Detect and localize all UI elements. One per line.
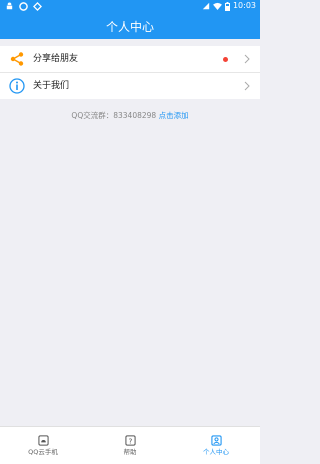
- tab-profile[interactable]: 个人中心: [173, 427, 259, 464]
- cloud-phone-icon: [37, 435, 49, 446]
- android-icon: [6, 2, 13, 10]
- menu-item-label: 分享给朋友: [33, 54, 79, 64]
- tab-cloud-phone[interactable]: QQ云手机: [0, 427, 86, 464]
- menu-item-about[interactable]: 关于我们: [0, 73, 260, 99]
- notification-badge: [223, 57, 228, 62]
- chevron-right-icon: [244, 81, 250, 91]
- status-bar: 10:03: [0, 0, 260, 13]
- page-title: 个人中心: [105, 19, 154, 34]
- status-time: 10:03: [232, 1, 256, 10]
- qq-group-info: QQ交流群：833408298 点击添加: [0, 111, 260, 121]
- settings-circle-icon: [19, 2, 28, 11]
- profile-icon: [210, 435, 222, 446]
- share-icon: [10, 52, 24, 66]
- tab-label: QQ云手机: [28, 448, 58, 456]
- tab-label: 帮助: [123, 448, 137, 456]
- menu-card: 分享给朋友 关于我们: [0, 46, 260, 99]
- chevron-right-icon: [244, 54, 250, 64]
- menu-item-share[interactable]: 分享给朋友: [0, 46, 260, 73]
- wifi-icon: [212, 2, 222, 10]
- svg-text:?: ?: [128, 436, 132, 445]
- bottom-tab-bar: QQ云手机 ? 帮助 个人中心: [0, 426, 260, 464]
- help-icon: ?: [124, 435, 136, 446]
- tab-help[interactable]: ? 帮助: [87, 427, 173, 464]
- info-icon: [9, 78, 25, 94]
- add-group-link[interactable]: 点击添加: [159, 111, 189, 120]
- battery-icon: [224, 1, 230, 11]
- menu-item-label: 关于我们: [33, 81, 70, 91]
- header-bar: 个人中心: [0, 13, 260, 39]
- signal-bars-icon: [202, 2, 210, 10]
- qq-group-text: QQ交流群：833408298: [71, 111, 157, 120]
- sync-icon: [33, 2, 42, 11]
- tab-label: 个人中心: [203, 448, 229, 456]
